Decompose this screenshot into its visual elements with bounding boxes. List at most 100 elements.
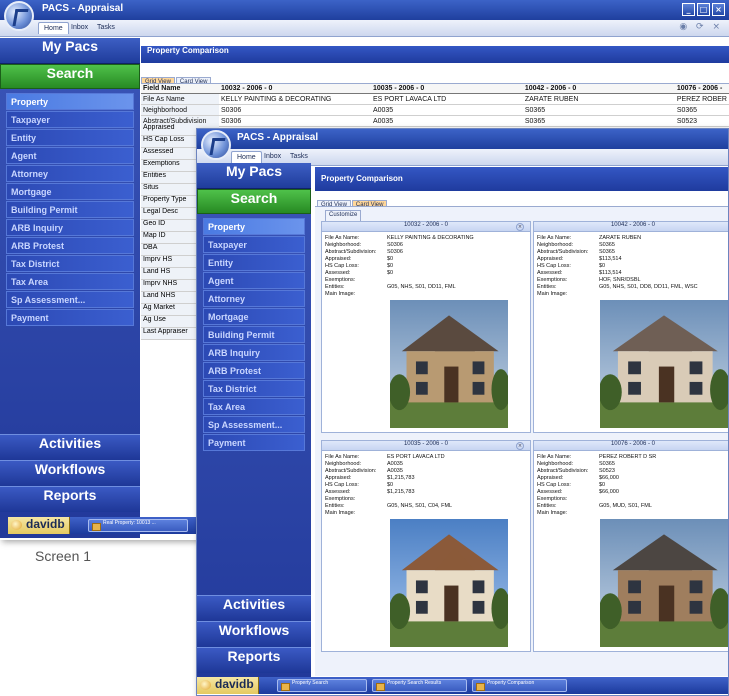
nav-item-arb-protest[interactable]: ARB Protest xyxy=(203,362,305,379)
taskbar-item-real-property[interactable]: Real Property: 10013 ... xyxy=(88,519,188,532)
nav-item-arb-protest[interactable]: ARB Protest xyxy=(6,237,134,254)
nav-item-tax-district[interactable]: Tax District xyxy=(6,255,134,272)
grid-cell: Neighborhood xyxy=(141,104,219,116)
caption-screen1: Screen 1 xyxy=(35,548,92,564)
nav-search[interactable]: Search xyxy=(0,64,140,89)
nav-item-building-permit[interactable]: Building Permit xyxy=(6,201,134,218)
nav-item-mortgage[interactable]: Mortgage xyxy=(203,308,305,325)
nav-item-payment[interactable]: Payment xyxy=(6,309,134,326)
nav-item-agent[interactable]: Agent xyxy=(203,272,305,289)
house-photo-icon xyxy=(390,300,508,428)
nav-item-entity[interactable]: Entity xyxy=(203,254,305,271)
nav-workflows[interactable]: Workflows xyxy=(197,621,311,647)
grid-cell: A0035 xyxy=(370,104,523,116)
grid-cell: A0035 xyxy=(370,115,523,127)
nav-item-taxpayer[interactable]: Taxpayer xyxy=(203,236,305,253)
nav-workflows[interactable]: Workflows xyxy=(0,460,140,486)
window-title: PACS - Appraisal xyxy=(237,132,319,143)
content-title: Property Comparison xyxy=(141,46,729,63)
nav-item-attorney[interactable]: Attorney xyxy=(6,165,134,182)
nav-item-sp-assessment[interactable]: Sp Assessment... xyxy=(6,291,134,308)
nav-search[interactable]: Search xyxy=(197,189,311,214)
table-row[interactable]: Neighborhood S0306 A0035 S0365 S0365 xyxy=(141,104,729,116)
nav-item-tax-area[interactable]: Tax Area xyxy=(6,273,134,290)
nav-item-payment[interactable]: Payment xyxy=(203,434,305,451)
grid-col-10042[interactable]: 10042 - 2006 - 0 xyxy=(522,84,675,94)
minimize-button[interactable]: _ xyxy=(682,3,695,16)
grid-col-10032[interactable]: 10032 - 2006 - 0 xyxy=(218,84,371,94)
nav-item-tax-district[interactable]: Tax District xyxy=(203,380,305,397)
menu-tab-home[interactable]: Home xyxy=(38,22,69,34)
menu-toolbar-icons[interactable]: ◉ ⟳ × xyxy=(679,22,723,32)
card-field-row: Appraised: $0 xyxy=(325,256,535,263)
nav-item-sp-assessment[interactable]: Sp Assessment... xyxy=(203,416,305,433)
card-field-label: HS Cap Loss: xyxy=(325,263,359,269)
table-row[interactable]: Abstract/Subdivision S0306 A0035 S0365 S… xyxy=(141,115,729,127)
card-field-value: HOF, SNR/DSBL xyxy=(599,277,641,283)
nav-item-agent[interactable]: Agent xyxy=(6,147,134,164)
card-field-label: File As Name: xyxy=(537,454,572,460)
card-close-icon[interactable]: × xyxy=(516,223,524,231)
card-field-label: Exemptions: xyxy=(325,277,356,283)
property-card[interactable]: 10035 - 2006 - 0 × File As Name: ES PORT LA… xyxy=(321,440,531,652)
taskbar-item-property-comparison[interactable]: Property Comparison xyxy=(472,679,567,692)
nav-item-property[interactable]: Property xyxy=(203,218,305,235)
card-field-value: PEREZ ROBERT D SR xyxy=(599,454,657,460)
nav-item-attorney[interactable]: Attorney xyxy=(203,290,305,307)
nav-item-property[interactable]: Property xyxy=(6,93,134,110)
card-field-value: S0523 xyxy=(599,468,615,474)
grid-col-10035[interactable]: 10035 - 2006 - 0 xyxy=(370,84,523,94)
nav-item-tax-area[interactable]: Tax Area xyxy=(203,398,305,415)
close-button[interactable]: × xyxy=(712,3,725,16)
house-photo-icon xyxy=(600,519,728,647)
nav-item-mortgage[interactable]: Mortgage xyxy=(6,183,134,200)
grid-col-field-name[interactable]: Field Name xyxy=(141,84,219,94)
user-chip[interactable]: davidb xyxy=(197,677,259,694)
menu-tab-inbox[interactable]: Inbox xyxy=(259,151,286,162)
property-card[interactable]: 10032 - 2006 - 0 × File As Name: KELLY PAIN… xyxy=(321,221,531,433)
card-field-label: Abstract/Subdivision: xyxy=(325,249,377,255)
nav-item-arb-inquiry[interactable]: ARB Inquiry xyxy=(203,344,305,361)
property-card[interactable]: 10076 - 2006 - 0 File As Name: PEREZ ROBER… xyxy=(533,440,728,652)
nav-item-arb-inquiry[interactable]: ARB Inquiry xyxy=(6,219,134,236)
card-field-label: Abstract/Subdivision: xyxy=(537,468,589,474)
table-row[interactable]: File As Name KELLY PAINTING & DECORATING… xyxy=(141,93,729,105)
grid-col-10076[interactable]: 10076 - 2006 - xyxy=(674,84,729,94)
maximize-button[interactable]: □ xyxy=(697,3,710,16)
screen2-window: PACS - Appraisal Home Inbox Tasks My Pac… xyxy=(196,128,729,696)
card-field-label: File As Name: xyxy=(325,235,360,241)
nav-item-taxpayer[interactable]: Taxpayer xyxy=(6,111,134,128)
card-field-label: Neighborhood: xyxy=(325,242,362,248)
nav-my-pacs[interactable]: My Pacs xyxy=(0,38,140,64)
card-close-icon[interactable]: × xyxy=(516,442,524,450)
nav-reports[interactable]: Reports xyxy=(197,647,311,673)
property-card[interactable]: 10042 - 2006 - 0 File As Name: ZARATE RUBE… xyxy=(533,221,728,433)
card-field-label: Assessed: xyxy=(537,489,563,495)
card-title-text: 10035 - 2006 - 0 xyxy=(403,441,449,447)
card-field-label: Entities: xyxy=(325,503,345,509)
grid-cell: KELLY PAINTING & DECORATING xyxy=(218,93,371,105)
nav-list: Property Taxpayer Entity Agent Attorney … xyxy=(0,89,140,331)
grid-cell: S0306 xyxy=(218,104,371,116)
nav-my-pacs[interactable]: My Pacs xyxy=(197,163,311,189)
menu-tab-tasks[interactable]: Tasks xyxy=(92,22,120,33)
card-field-row: Assessed: $113,514 xyxy=(537,270,728,277)
card-field-row: File As Name: ES PORT LAVACA LTD xyxy=(325,454,535,461)
card-field-value: $113,514 xyxy=(599,270,622,276)
nav-activities[interactable]: Activities xyxy=(197,595,311,621)
card-field-row: Abstract/Subdivision: A0035 xyxy=(325,468,535,475)
taskbar-item-search-results[interactable]: Property Search Results xyxy=(372,679,467,692)
taskbar-item-property-search[interactable]: Property Search xyxy=(277,679,367,692)
screen1-titlebar: PACS - Appraisal _ □ × xyxy=(0,0,729,20)
nav-item-building-permit[interactable]: Building Permit xyxy=(203,326,305,343)
menu-tab-tasks[interactable]: Tasks xyxy=(285,151,313,162)
user-chip[interactable]: davidb xyxy=(8,517,70,534)
nav-activities[interactable]: Activities xyxy=(0,434,140,460)
menu-tab-inbox[interactable]: Inbox xyxy=(66,22,93,33)
nav-reports[interactable]: Reports xyxy=(0,486,140,512)
card-field-label: Exemptions: xyxy=(537,277,568,283)
nav-item-entity[interactable]: Entity xyxy=(6,129,134,146)
card-field-label: Entities: xyxy=(537,284,557,290)
screen1-nav: My Pacs Search Property Taxpayer Entity … xyxy=(0,38,140,538)
menu-tab-home[interactable]: Home xyxy=(231,151,262,163)
